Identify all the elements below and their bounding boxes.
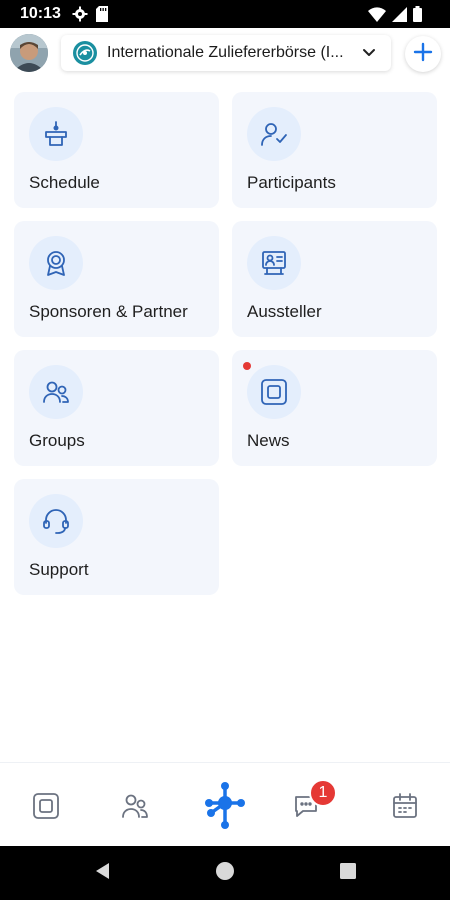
tile-label: Support	[29, 560, 89, 579]
tile-groups[interactable]: Groups	[14, 350, 219, 466]
recents-square-icon	[339, 862, 357, 885]
chat-badge: 1	[309, 779, 337, 807]
unread-dot	[243, 362, 251, 370]
avatar[interactable]	[10, 34, 48, 72]
network-hub-icon	[203, 781, 247, 836]
headset-icon	[29, 494, 83, 548]
tile-participants[interactable]: Participants	[232, 92, 437, 208]
award-ribbon-icon	[29, 236, 83, 290]
tile-news[interactable]: News	[232, 350, 437, 466]
bottom-nav: 1	[0, 762, 450, 847]
back-button[interactable]	[90, 860, 116, 886]
status-bar: 10:13	[0, 0, 450, 28]
nav-people[interactable]	[110, 783, 160, 833]
tile-label: Schedule	[29, 173, 100, 192]
signal-icon	[392, 6, 407, 27]
tile-aussteller[interactable]: Aussteller	[232, 221, 437, 337]
event-selector[interactable]: Internationale Zuliefererbörse (I...	[61, 35, 391, 71]
exhibitor-booth-icon	[247, 236, 301, 290]
nav-hub[interactable]	[200, 781, 250, 836]
tile-schedule[interactable]: Schedule	[14, 92, 219, 208]
tile-support[interactable]: Support	[14, 479, 219, 595]
settings-icon	[72, 6, 88, 27]
status-time: 10:13	[20, 5, 61, 22]
news-icon	[247, 365, 301, 419]
tile-label: Aussteller	[247, 302, 322, 321]
top-bar: Internationale Zuliefererbörse (I...	[0, 28, 450, 80]
groups-icon	[29, 365, 83, 419]
nav-calendar[interactable]	[380, 783, 430, 833]
tile-sponsoren[interactable]: Sponsoren & Partner	[14, 221, 219, 337]
tile-label: Sponsoren & Partner	[29, 302, 188, 321]
home-circle-icon	[215, 861, 235, 886]
news-icon	[32, 792, 60, 825]
tile-label: Participants	[247, 173, 336, 192]
tile-label: Groups	[29, 431, 85, 450]
battery-icon	[413, 6, 422, 27]
home-button[interactable]	[212, 860, 238, 886]
people-icon	[120, 791, 150, 826]
nav-news[interactable]	[21, 783, 71, 833]
event-title: Internationale Zuliefererbörse (I...	[107, 44, 344, 61]
calendar-icon	[391, 792, 419, 825]
plus-icon	[413, 42, 433, 67]
android-nav-bar	[0, 846, 450, 900]
tile-label: News	[247, 431, 290, 450]
sd-card-icon	[96, 6, 108, 27]
chevron-down-icon	[361, 45, 377, 66]
wifi-icon	[368, 6, 386, 27]
add-button[interactable]	[405, 36, 441, 72]
event-logo	[73, 41, 97, 65]
recents-button[interactable]	[335, 860, 361, 886]
schedule-icon	[29, 107, 83, 161]
back-triangle-icon	[93, 861, 113, 886]
participant-check-icon	[247, 107, 301, 161]
